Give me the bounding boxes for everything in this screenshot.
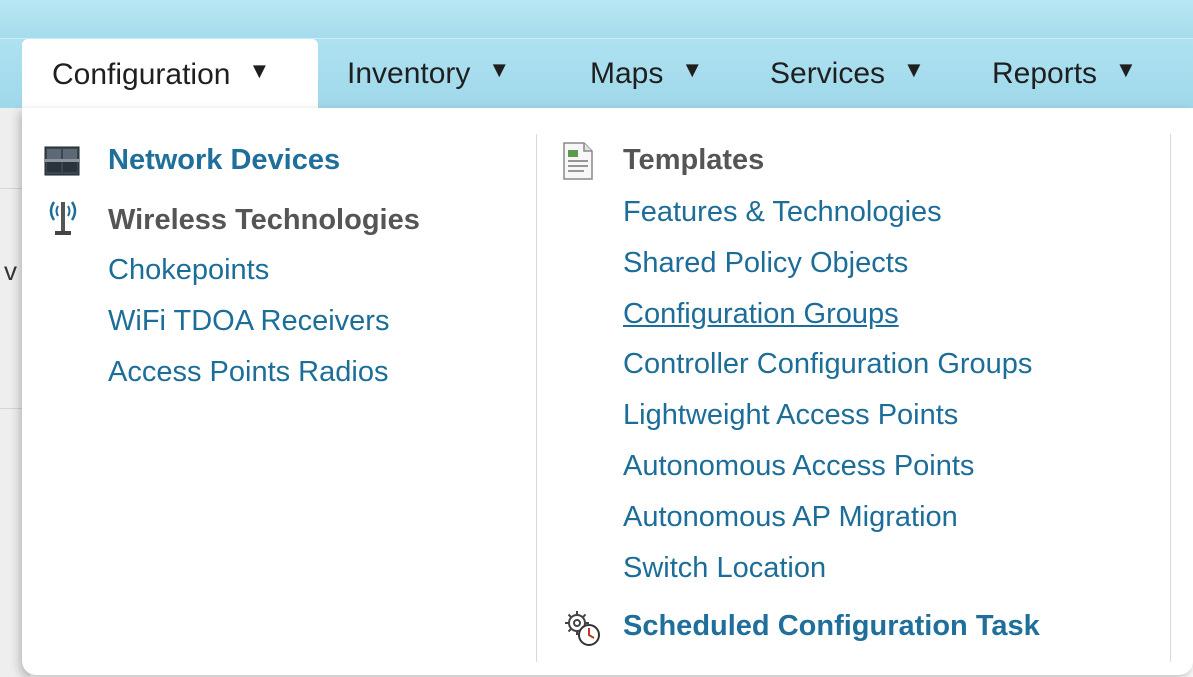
menu-scheduled-configuration-task[interactable]: Scheduled Configuration Task: [623, 610, 1040, 643]
tab-inventory[interactable]: Inventory ▼: [347, 39, 510, 109]
menu-network-devices[interactable]: Network Devices: [108, 144, 340, 177]
menu-controller-configuration-groups[interactable]: Controller Configuration Groups: [623, 348, 1032, 381]
menu-chokepoints[interactable]: Chokepoints: [108, 254, 269, 287]
menu-access-points-radios[interactable]: Access Points Radios: [108, 356, 388, 389]
chevron-down-icon: ▼: [488, 57, 511, 82]
chevron-down-icon: ▼: [903, 57, 925, 82]
top-strip: [0, 0, 1193, 38]
menu-wifi-tdoa-receivers[interactable]: WiFi TDOA Receivers: [108, 305, 389, 338]
scheduled-gear-clock-icon: [562, 608, 602, 653]
tab-maps[interactable]: Maps ▼: [590, 39, 703, 109]
background-text-fragment: v: [4, 256, 17, 286]
wireless-antenna-icon: [46, 198, 80, 243]
tab-configuration-label: Configuration: [52, 58, 231, 91]
menu-shared-policy-objects[interactable]: Shared Policy Objects: [623, 247, 908, 280]
network-devices-icon: [44, 146, 80, 181]
tab-services-label: Services: [770, 57, 886, 90]
tab-maps-label: Maps: [590, 57, 664, 90]
column-divider: [1170, 134, 1171, 662]
menu-lightweight-access-points[interactable]: Lightweight Access Points: [623, 399, 958, 432]
template-document-icon: [562, 142, 594, 185]
menu-configuration-groups[interactable]: Configuration Groups: [623, 298, 899, 331]
configuration-dropdown-menu: Network Devices Wireless Technologies Ch…: [22, 108, 1193, 675]
main-nav: Configuration ▼ Inventory ▼ Maps ▼ Servi…: [0, 38, 1193, 111]
tab-configuration[interactable]: Configuration ▼: [22, 39, 318, 111]
tab-inventory-label: Inventory: [347, 57, 471, 90]
tab-reports-label: Reports: [992, 57, 1098, 90]
tab-services[interactable]: Services ▼: [770, 39, 925, 109]
menu-wireless-technologies: Wireless Technologies: [108, 204, 420, 236]
tab-reports[interactable]: Reports ▼: [992, 39, 1137, 109]
column-divider: [536, 134, 537, 662]
menu-templates: Templates: [623, 144, 765, 176]
chevron-down-icon: ▼: [248, 58, 271, 83]
menu-switch-location[interactable]: Switch Location: [623, 552, 826, 585]
menu-autonomous-ap-migration[interactable]: Autonomous AP Migration: [623, 501, 958, 534]
chevron-down-icon: ▼: [1115, 57, 1137, 82]
menu-features-technologies[interactable]: Features & Technologies: [623, 196, 942, 229]
menu-autonomous-access-points[interactable]: Autonomous Access Points: [623, 450, 974, 483]
chevron-down-icon: ▼: [681, 57, 704, 82]
